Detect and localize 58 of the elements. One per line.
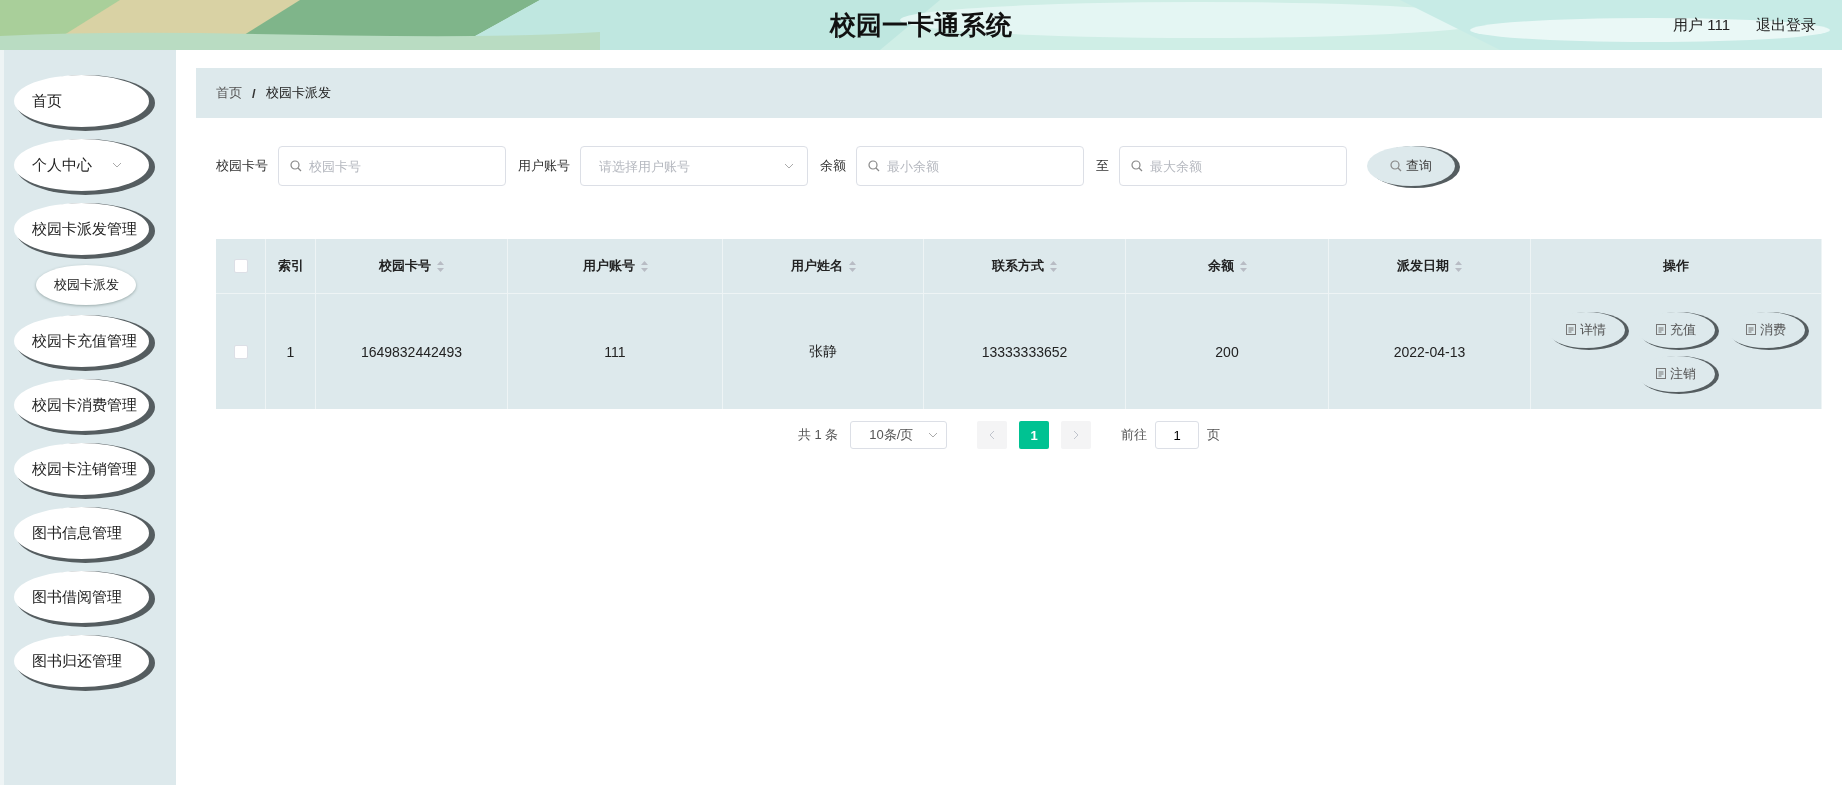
table-cell: 1649832442493 [360,343,463,360]
row-checkbox[interactable] [233,344,248,359]
column-header: 用户姓名 [790,257,843,275]
sort-icon[interactable] [640,260,648,272]
column-header: 校园卡号 [379,257,431,275]
submenu-item[interactable]: 校园卡派发 [36,265,136,305]
sort-icon[interactable] [1239,260,1247,272]
table-cell: 2022-04-13 [1393,343,1466,360]
search-icon [868,160,880,172]
chevron-right-icon [1073,430,1080,440]
column-header: 操作 [1663,257,1689,275]
breadcrumb-item[interactable]: 首页 [216,84,242,102]
next-page-button[interactable] [1061,421,1092,449]
table-cell: 111 [604,343,626,360]
goto-label: 前往 [1121,426,1148,444]
page-size-select[interactable]: 10条/页 [850,421,948,449]
sort-icon[interactable] [848,260,856,272]
logout-link[interactable]: 退出登录 [1756,15,1816,35]
field-label: 校园卡号 [216,157,268,175]
prev-page-button[interactable] [977,421,1008,449]
page-suffix: 页 [1207,426,1221,444]
field-label: 至 [1096,157,1109,175]
goto-page-field[interactable]: 1 [1155,421,1200,449]
search-icon [1131,160,1143,172]
document-icon [1656,324,1666,335]
field-label: 用户账号 [518,157,570,175]
chevron-down-icon [928,432,939,438]
chevron-left-icon [989,430,996,440]
column-header: 联系方式 [992,257,1044,275]
input-field[interactable]: 最大余额 [1119,146,1347,186]
app-title: 校园一卡通系统 [830,8,1012,42]
column-header: 派发日期 [1397,257,1449,275]
document-icon [1746,324,1756,335]
chevron-down-icon [112,162,122,168]
sort-icon[interactable] [437,260,444,272]
user-label: 用户 111 [1673,15,1730,35]
sort-icon[interactable] [1050,260,1057,272]
breadcrumb-separator: / [252,85,256,101]
table-cell: 200 [1215,343,1239,360]
field-label: 余额 [820,157,846,175]
search-icon [290,160,302,172]
table-cell: 1 [286,343,295,360]
breadcrumb-item[interactable]: 校园卡派发 [265,84,331,102]
table-cell: 13333333652 [981,343,1068,360]
chevron-down-icon [784,163,794,169]
column-header: 余额 [1207,257,1234,275]
search-icon [1390,160,1402,172]
column-header: 索引 [277,257,304,275]
input-field[interactable]: 校园卡号 [278,146,506,186]
table-cell: 张静 [809,342,837,361]
select-field[interactable]: 请选择用户账号 [580,146,808,186]
sort-icon[interactable] [1455,260,1462,272]
select-all-checkbox[interactable] [233,259,248,273]
document-icon [1656,368,1666,379]
input-field[interactable]: 最小余额 [856,146,1084,186]
column-header: 用户账号 [582,257,635,275]
total-count: 共 1 条 [797,426,839,444]
document-icon [1566,324,1576,335]
